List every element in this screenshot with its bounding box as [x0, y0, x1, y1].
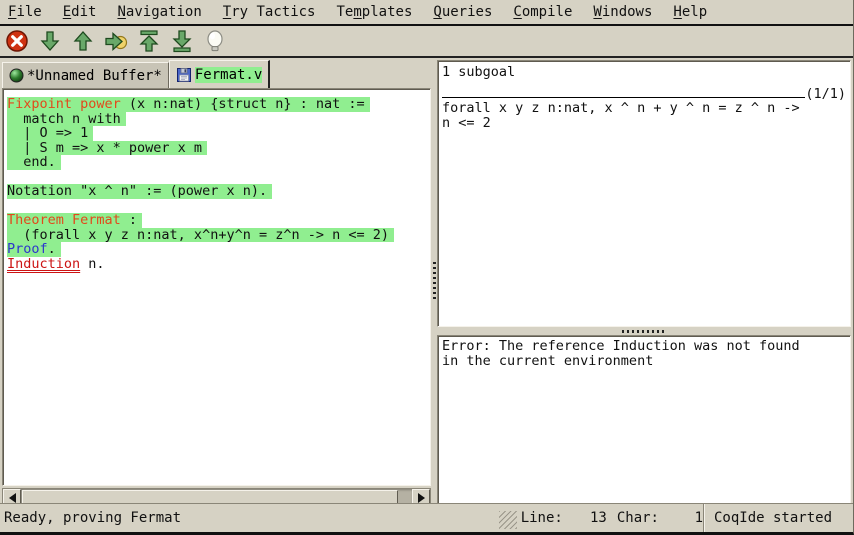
menu-compile[interactable]: Compile [513, 4, 572, 20]
messages-panel[interactable]: Error: The reference Induction was not f… [437, 335, 851, 506]
main-area: *Unnamed Buffer* Fermat.v Fixpoint power … [0, 60, 853, 503]
menu-navigation[interactable]: Navigation [117, 4, 201, 20]
tab-label: Fermat.v [195, 67, 262, 83]
tab-bar: *Unnamed Buffer* Fermat.v [0, 60, 431, 88]
code-line: Fixpoint power (x n:nat) {struct n} : na… [7, 97, 430, 112]
menu-templates[interactable]: Templates [337, 4, 413, 20]
code-line: Induction n. [7, 257, 430, 272]
goto-end-button[interactable] [168, 28, 195, 55]
statusbar: Ready, proving Fermat Line: 13 Char: 1 C… [0, 503, 853, 532]
goto-end-icon [169, 28, 195, 54]
tab-fermat.v[interactable]: Fermat.v [169, 60, 270, 88]
code-line [7, 199, 430, 214]
code-line [7, 170, 430, 185]
menu-help[interactable]: Help [673, 4, 707, 20]
code-line: Notation "x ^ n" := (power x n). [7, 184, 430, 199]
error-message: Error: The reference Induction was not f… [442, 339, 846, 368]
horizontal-splitter[interactable] [437, 327, 851, 335]
left-arrow-icon [9, 493, 16, 503]
code-line: end. [7, 155, 430, 170]
coqide-window: File Edit Navigation Try Tactics Templates Qu… [0, 0, 854, 535]
message-line: Error: The reference Induction was not f… [442, 339, 846, 354]
char-label: Char: [617, 510, 659, 526]
toolbar [0, 26, 853, 58]
menu-try-tactics[interactable]: Try Tactics [223, 4, 316, 20]
goal-rule-line [442, 97, 805, 98]
message-line: in the current environment [442, 354, 846, 369]
unsaved-dot-icon [9, 68, 24, 83]
stop-button[interactable] [3, 28, 30, 55]
line-label: Line: [521, 510, 563, 526]
forward-button[interactable] [36, 28, 63, 55]
resize-grip[interactable] [499, 511, 517, 529]
goto-cursor-icon [103, 28, 129, 54]
goto-start-button[interactable] [135, 28, 162, 55]
goal-counter: (1/1) [805, 87, 846, 102]
script-editor[interactable]: Fixpoint power (x n:nat) {struct n} : na… [2, 88, 431, 486]
lightbulb-icon [202, 28, 228, 54]
code-line: match n with [7, 112, 430, 127]
proof-column: 1 subgoal (1/1) forall x y z n:nat, x ^ … [437, 60, 851, 503]
cursor-position: Line: 13 Char: 1 [517, 510, 703, 526]
menubar: File Edit Navigation Try Tactics Templates Qu… [0, 0, 853, 26]
code-line: (forall x y z n:nat, x^n+y^n = z^n -> n … [7, 228, 430, 243]
down-arrow-icon [37, 28, 63, 54]
stop-icon [4, 28, 30, 54]
goal-text: forall x y z n:nat, x ^ n + y ^ n = z ^ … [442, 101, 846, 130]
char-value: 1 [659, 510, 703, 526]
splitter-handle-icon [433, 262, 436, 302]
line-value: 13 [563, 510, 607, 526]
code-line: | O => 1 [7, 126, 430, 141]
goto-cursor-button[interactable] [102, 28, 129, 55]
menu-edit[interactable]: Edit [63, 4, 97, 20]
code-line: | S m => x * power x m [7, 141, 430, 156]
status-message: Ready, proving Fermat [0, 510, 499, 526]
code-line: Theorem Fermat : [7, 213, 430, 228]
floppy-disk-icon [176, 67, 192, 83]
right-arrow-icon [418, 493, 425, 503]
menu-file[interactable]: File [8, 4, 42, 20]
hint-button[interactable] [201, 28, 228, 55]
goals-panel[interactable]: 1 subgoal (1/1) forall x y z n:nat, x ^ … [437, 60, 851, 327]
editor-column: *Unnamed Buffer* Fermat.v Fixpoint power … [0, 60, 431, 503]
up-arrow-icon [70, 28, 96, 54]
tab-unnamed-buffer[interactable]: *Unnamed Buffer* [2, 62, 169, 88]
subgoal-count: 1 subgoal [442, 65, 846, 80]
goal-separator: (1/1) [442, 80, 846, 101]
goal-line: n <= 2 [442, 116, 846, 131]
tab-label: *Unnamed Buffer* [27, 68, 162, 84]
splitter-handle-icon [622, 330, 666, 333]
app-status: CoqIde started [703, 504, 853, 532]
goto-start-icon [136, 28, 162, 54]
menu-windows[interactable]: Windows [593, 4, 652, 20]
code-line: Proof. [7, 242, 430, 257]
goal-line: forall x y z n:nat, x ^ n + y ^ n = z ^ … [442, 101, 846, 116]
backward-button[interactable] [69, 28, 96, 55]
menu-queries[interactable]: Queries [433, 4, 492, 20]
